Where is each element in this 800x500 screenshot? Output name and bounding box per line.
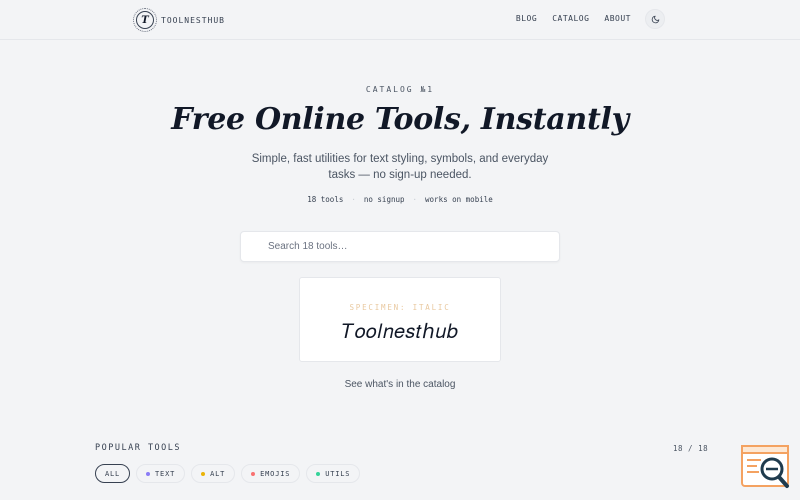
category-dot	[316, 471, 321, 476]
search-widget-button[interactable]	[741, 445, 791, 490]
nav-about[interactable]: ABOUT	[604, 14, 631, 23]
site-header: T TOOLNESTHUB BLOG CATALOG ABOUT	[0, 0, 800, 40]
chip-label: TEXT	[155, 469, 176, 478]
search-box	[240, 231, 560, 262]
catalog-eyebrow: CATALOG №1	[365, 85, 435, 94]
chip-label: ALL	[105, 469, 121, 478]
search-icon	[254, 242, 262, 250]
category-dot	[201, 471, 206, 476]
filter-chip-all[interactable]: ALL	[95, 464, 131, 483]
stat-separator: ·	[351, 195, 356, 204]
chip-label: ALT	[210, 469, 226, 478]
search-input[interactable]	[268, 232, 553, 261]
logo-mark: T	[133, 8, 157, 32]
filter-chip-utils[interactable]: UTILS	[306, 464, 361, 483]
nav-blog[interactable]: BLOG	[516, 14, 537, 23]
stat-signup: no signup	[363, 195, 405, 204]
logo-letter: T	[141, 14, 149, 26]
page-title: Free Online Tools, Instantly	[171, 102, 629, 137]
magnifier-icon	[741, 445, 789, 488]
filter-chip-emojis[interactable]: EMOJIS	[241, 464, 301, 483]
stat-mobile: works on mobile	[425, 195, 493, 204]
stats-row: 18 tools · no signup · works on mobile	[0, 195, 800, 204]
stat-separator: ·	[412, 195, 418, 204]
main-nav: BLOG CATALOG ABOUT	[516, 14, 631, 23]
category-dot	[251, 471, 256, 476]
moon-icon	[651, 15, 659, 23]
stat-tools: 18 tools	[307, 195, 344, 204]
specimen-text: 𝑇𝑜𝑜𝑙𝑛𝑒𝑠𝑡ℎ𝑢𝑏	[341, 319, 459, 343]
logo[interactable]: T TOOLNESTHUB	[133, 8, 225, 32]
filter-chip-text[interactable]: TEXT	[136, 464, 186, 483]
catalog-link[interactable]: See what's in the catalog	[0, 379, 800, 390]
filter-chips: ALL TEXT ALT EMOJIS UTILS	[95, 464, 361, 483]
chip-label: UTILS	[325, 469, 351, 478]
nav-catalog[interactable]: CATALOG	[552, 14, 589, 23]
theme-toggle-button[interactable]	[645, 9, 665, 29]
brand-name: TOOLNESTHUB	[161, 15, 225, 25]
page-subtitle: Simple, fast utilities for text styling,…	[251, 153, 549, 181]
filter-chip-alt[interactable]: ALT	[191, 464, 236, 483]
category-dot	[146, 471, 151, 476]
tools-count: 18 / 18	[673, 444, 709, 453]
specimen-label: SPECIMEN: ITALIC	[349, 303, 451, 312]
popular-tools-heading: POPULAR TOOLS	[95, 443, 182, 453]
chip-label: EMOJIS	[260, 469, 291, 478]
specimen-card: SPECIMEN: ITALIC 𝑇𝑜𝑜𝑙𝑛𝑒𝑠𝑡ℎ𝑢𝑏	[299, 277, 501, 362]
